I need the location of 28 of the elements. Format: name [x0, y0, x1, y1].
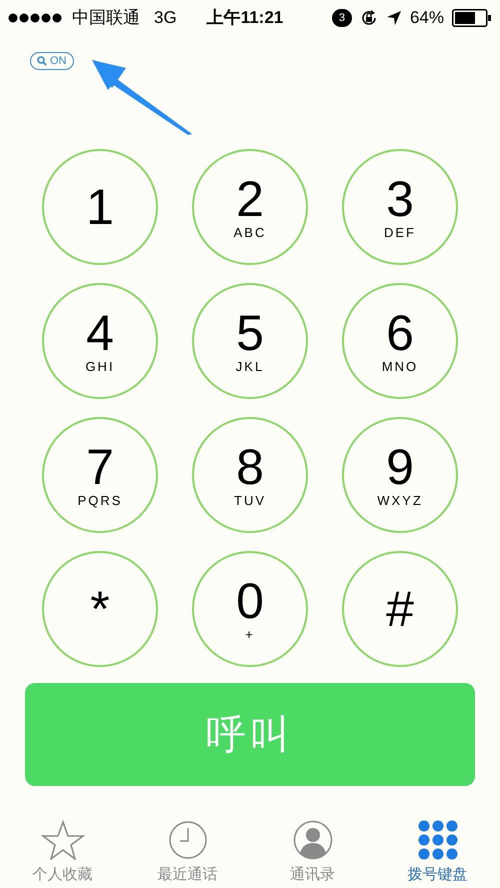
- tab-item[interactable]: 拨号键盘: [375, 820, 500, 886]
- battery-percent: 64%: [410, 7, 444, 30]
- clock-time: 上午11:21: [206, 7, 284, 30]
- rotation-lock-icon: [360, 9, 378, 27]
- star-icon: [40, 820, 84, 860]
- keypad-key[interactable]: *: [42, 551, 158, 667]
- keypad-key[interactable]: 3 DEF: [342, 149, 458, 265]
- keypad-icon: [418, 820, 458, 860]
- clock-icon: [168, 820, 208, 860]
- battery-icon: [452, 9, 492, 27]
- keypad-key[interactable]: 7 PQRS: [42, 417, 158, 533]
- keypad-key[interactable]: 1: [42, 149, 158, 265]
- keypad-key[interactable]: #: [342, 551, 458, 667]
- network-type: 3G: [154, 7, 177, 30]
- keypad-key[interactable]: 4 GHI: [42, 283, 158, 399]
- notification-badge: 3: [332, 9, 352, 27]
- keypad-key[interactable]: 9 WXYZ: [342, 417, 458, 533]
- keypad-key[interactable]: 6 MNO: [342, 283, 458, 399]
- keypad-key[interactable]: 2 ABC: [192, 149, 308, 265]
- search-icon: [37, 56, 47, 66]
- contact-icon: [292, 820, 332, 860]
- carrier-name: 中国联通: [72, 7, 140, 30]
- signal-icon: [8, 13, 64, 23]
- keypad-key[interactable]: 0 +: [192, 551, 308, 667]
- badge-label: ON: [50, 54, 66, 69]
- location-icon: [386, 10, 402, 26]
- keypad-key[interactable]: 8 TUV: [192, 417, 308, 533]
- keypad-key[interactable]: 5 JKL: [192, 283, 308, 399]
